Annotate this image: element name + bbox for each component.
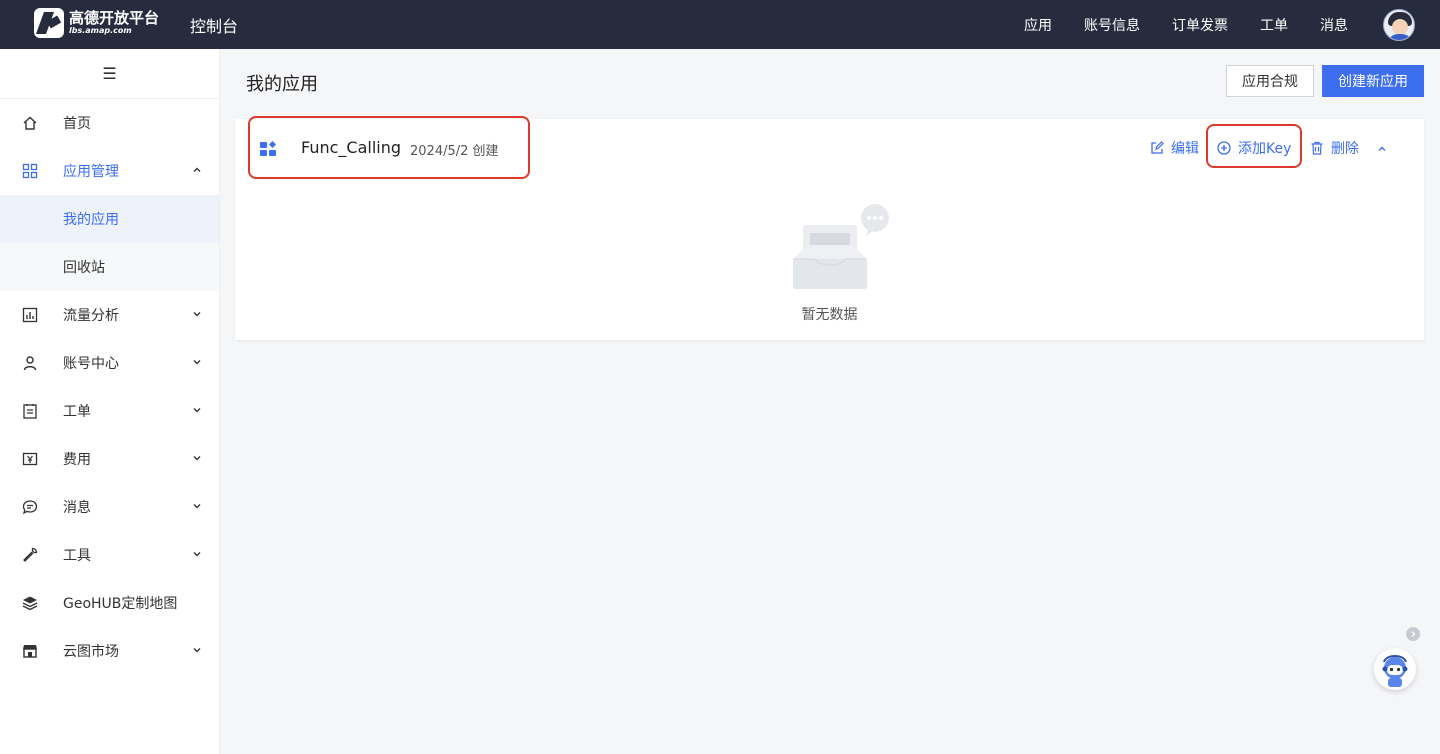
chevron-down-icon xyxy=(193,312,201,317)
sidebar-item-messages[interactable]: 消息 xyxy=(0,483,219,531)
chart-icon xyxy=(22,307,38,323)
grid-icon xyxy=(22,163,38,179)
top-nav: 应用 账号信息 订单发票 工单 消息 xyxy=(992,0,1348,49)
chevron-up-icon xyxy=(193,167,201,172)
sidebar-item-label: 我的应用 xyxy=(63,212,119,228)
trash-icon xyxy=(1311,141,1323,155)
collapse-card-button[interactable] xyxy=(1376,143,1395,155)
sidebar-item-app-management[interactable]: 应用管理 xyxy=(0,147,219,195)
sidebar-item-label: 回收站 xyxy=(63,260,105,276)
sidebar-item-label: 消息 xyxy=(63,500,91,516)
sidebar-item-label: 账号中心 xyxy=(63,356,119,372)
ticket-icon xyxy=(23,404,37,419)
chevron-down-icon xyxy=(193,360,201,365)
sidebar: ☰ 首页 应用管理 我的应用 回收站 流量分析 账号中心 工单 费用 消息 工具… xyxy=(0,49,220,754)
yen-icon xyxy=(22,452,38,466)
sidebar-item-label: 工具 xyxy=(63,548,91,564)
nav-orders-invoices[interactable]: 订单发票 xyxy=(1172,15,1228,35)
delete-button[interactable]: 删除 xyxy=(1310,138,1359,158)
sidebar-item-label: 云图市场 xyxy=(63,644,119,660)
layers-icon xyxy=(22,596,38,611)
message-icon xyxy=(22,500,38,515)
sidebar-item-geohub[interactable]: GeoHUB定制地图 xyxy=(0,579,219,627)
app-management-submenu: 我的应用 回收站 xyxy=(0,195,219,291)
wrench-icon xyxy=(23,547,38,562)
nav-tickets[interactable]: 工单 xyxy=(1260,15,1288,35)
amap-logo-icon xyxy=(34,8,64,38)
sidebar-item-home[interactable]: 首页 xyxy=(0,99,219,147)
hamburger-icon: ☰ xyxy=(102,64,117,83)
logo-subtitle: lbs.amap.com xyxy=(69,26,132,35)
empty-state: 暂无数据 xyxy=(235,177,1424,340)
helper-close-button[interactable] xyxy=(1406,627,1420,641)
sidebar-item-tickets[interactable]: 工单 xyxy=(0,387,219,435)
nav-account-info[interactable]: 账号信息 xyxy=(1084,15,1140,35)
sidebar-item-label: 应用管理 xyxy=(63,164,119,180)
top-navigation-bar: 高德开放平台 lbs.amap.com 控制台 应用 账号信息 订单发票 工单 … xyxy=(0,0,1440,49)
chevron-down-icon xyxy=(193,552,201,557)
sidebar-item-traffic-analysis[interactable]: 流量分析 xyxy=(0,291,219,339)
annotation-highlight-app xyxy=(248,116,530,179)
console-title[interactable]: 控制台 xyxy=(190,13,238,37)
home-icon xyxy=(23,116,37,130)
nav-apps[interactable]: 应用 xyxy=(1024,15,1052,35)
store-icon xyxy=(23,645,37,658)
sidebar-collapse-button[interactable]: ☰ xyxy=(0,49,219,99)
sidebar-item-my-apps[interactable]: 我的应用 xyxy=(0,195,219,243)
user-icon xyxy=(23,356,37,371)
user-avatar[interactable] xyxy=(1383,9,1415,41)
chevron-down-icon xyxy=(193,648,201,653)
empty-inbox-illustration xyxy=(793,204,889,289)
logo-title: 高德开放平台 xyxy=(69,9,160,27)
create-app-button[interactable]: 创建新应用 xyxy=(1322,65,1424,97)
amap-logo[interactable]: 高德开放平台 lbs.amap.com xyxy=(34,8,159,38)
sidebar-item-recycle-bin[interactable]: 回收站 xyxy=(0,243,219,291)
sidebar-item-label: GeoHUB定制地图 xyxy=(63,596,178,612)
edit-button[interactable]: 编辑 xyxy=(1150,138,1199,158)
sidebar-item-cloud-market[interactable]: 云图市场 xyxy=(0,627,219,675)
sidebar-item-label: 费用 xyxy=(63,452,91,468)
sidebar-item-label: 首页 xyxy=(63,116,91,132)
chevron-down-icon xyxy=(193,408,201,413)
sidebar-item-label: 工单 xyxy=(63,404,91,420)
chevron-up-icon xyxy=(1378,146,1386,151)
app-compliance-button[interactable]: 应用合规 xyxy=(1226,65,1314,97)
sidebar-item-tools[interactable]: 工具 xyxy=(0,531,219,579)
assistant-mascot-icon xyxy=(1382,655,1408,687)
customer-service-helper[interactable] xyxy=(1374,648,1416,690)
delete-label: 删除 xyxy=(1331,141,1359,157)
edit-icon xyxy=(1151,141,1164,154)
chevron-down-icon xyxy=(193,456,201,461)
empty-state-text: 暂无数据 xyxy=(801,307,858,323)
edit-label: 编辑 xyxy=(1171,141,1199,157)
chevron-down-icon xyxy=(193,504,201,509)
annotation-highlight-add-key xyxy=(1206,124,1302,168)
nav-messages[interactable]: 消息 xyxy=(1320,15,1348,35)
chevron-right-icon xyxy=(1411,631,1416,637)
sidebar-item-billing[interactable]: 费用 xyxy=(0,435,219,483)
page-title: 我的应用 xyxy=(246,74,318,95)
sidebar-item-account-center[interactable]: 账号中心 xyxy=(0,339,219,387)
sidebar-item-label: 流量分析 xyxy=(63,308,119,324)
